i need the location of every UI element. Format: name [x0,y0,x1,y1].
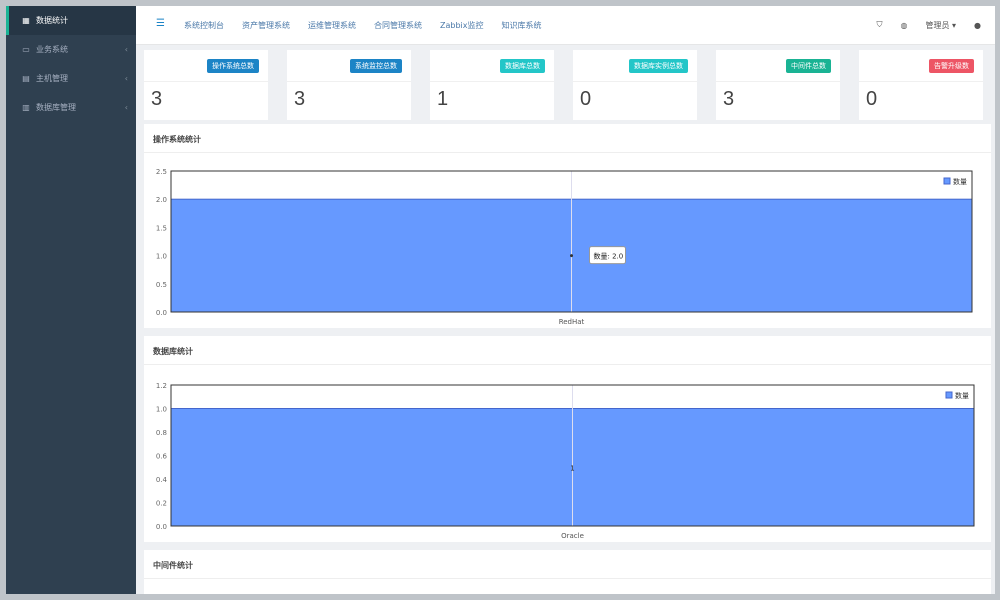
y-tick-label: 0.2 [156,500,167,508]
stat-card-os: 操作系统总数 3 [144,50,268,120]
stat-card-badge: 数据库总数 [500,59,545,73]
user-menu[interactable]: 管理员 ▾ [925,20,956,31]
x-tick-label: RedHat [559,318,585,326]
y-tick-label: 0.8 [156,429,167,437]
stat-card-middleware: 中间件总数 3 [716,50,840,120]
middleware-stats-panel: 2.5 中间件统计 [144,550,991,594]
middleware-stats-chart: 2.5 [156,593,167,594]
nav-right: ⛉ ◍ 管理员 ▾ ● [858,6,981,44]
os-stats-panel: 0.0 0.5 1.0 1.5 2.0 2.5 RedHat 数量: 2.0 数量 操作系统统计 [144,124,991,328]
nav-link-zabbix[interactable]: Zabbix监控 [440,20,484,31]
os-stats-chart: 0.0 0.5 1.0 1.5 2.0 2.5 RedHat 数量: 2.0 数量 [156,168,973,326]
y-tick-label: 2.5 [156,168,167,176]
y-tick-label: 1.5 [156,224,167,232]
shield-icon[interactable]: ⛉ [876,20,882,30]
divider [287,81,411,82]
nav-link-asset-management[interactable]: 资产管理系统 [242,20,290,31]
data-point [570,254,573,258]
y-tick-label: 0.0 [156,309,167,317]
y-tick-label: 0.4 [156,476,168,484]
y-tick-label: 1.0 [156,253,167,261]
nav-link-ops-management[interactable]: 运维管理系统 [308,20,356,31]
menu-toggle-icon[interactable]: ☰ [156,18,165,29]
monitor-icon: ▭ [22,45,30,54]
legend-label: 数量 [953,177,967,186]
stat-cards: 操作系统总数 3 系统监控总数 3 数据库总数 1 数据库实例总数 0 中间件总… [144,50,994,122]
sidebar-item-label: 数据库管理 [36,103,76,112]
stat-card-value: 3 [151,88,163,110]
divider [716,81,840,82]
stat-card-badge: 中间件总数 [786,59,831,73]
globe-icon[interactable]: ◍ [900,21,907,30]
stat-card-value: 1 [437,88,449,110]
stat-card-alert: 告警升级数 0 [859,50,983,120]
x-tick-label: Oracle [561,532,584,540]
user-icon[interactable]: ● [974,21,981,30]
nav-link-contract-management[interactable]: 合同管理系统 [374,20,422,31]
y-tick-label: 0.5 [156,281,167,289]
top-navbar: ☰ 系统控制台 资产管理系统 运维管理系统 合同管理系统 Zabbix监控 知识… [136,6,995,45]
divider [573,81,697,82]
stat-card-badge: 系统监控总数 [350,59,402,73]
app-frame: ▦ 数据统计 ▭ 业务系统 ‹ ▤ 主机管理 ‹ ▥ 数据库管理 ‹ ☰ 系统控… [6,6,995,594]
sidebar-item-label: 主机管理 [36,74,68,83]
sidebar: ▦ 数据统计 ▭ 业务系统 ‹ ▤ 主机管理 ‹ ▥ 数据库管理 ‹ [6,6,136,594]
sidebar-item-label: 业务系统 [36,45,68,54]
panel-title: 数据库统计 [153,347,193,356]
y-tick-label: 1.0 [156,406,167,414]
divider [430,81,554,82]
stat-card-value: 0 [580,88,592,110]
chevron-left-icon: ‹ [124,74,128,83]
db-stats-panel: 0.0 0.2 0.4 0.6 0.8 1.0 1.2 Oracle 1 数量 数据库统计 [144,336,991,542]
legend-swatch [943,177,951,185]
stat-card-badge: 告警升级数 [929,59,974,73]
sidebar-item-database-management[interactable]: ▥ 数据库管理 ‹ [6,93,136,122]
divider [144,81,268,82]
tooltip-text: 数量: 2.0 [594,252,624,261]
nav-links: 系统控制台 资产管理系统 运维管理系统 合同管理系统 Zabbix监控 知识库系… [184,6,560,44]
database-icon: ▥ [22,103,30,112]
sidebar-item-data-stats[interactable]: ▦ 数据统计 [6,6,136,35]
data-label: 1 [570,464,574,472]
sidebar-item-label: 数据统计 [36,16,68,25]
grid-icon: ▦ [22,16,30,25]
stat-card-monitor: 系统监控总数 3 [287,50,411,120]
stat-card-value: 3 [723,88,735,110]
chevron-left-icon: ‹ [124,45,128,54]
panel-title: 操作系统统计 [153,135,201,144]
divider [144,152,991,153]
y-tick-label: 2.0 [156,196,167,204]
stat-card-badge: 数据库实例总数 [629,59,688,73]
db-stats-chart: 0.0 0.2 0.4 0.6 0.8 1.0 1.2 Oracle 1 数量 [156,382,975,540]
stat-card-badge: 操作系统总数 [207,59,259,73]
user-name: 管理员 [925,20,950,30]
server-icon: ▤ [22,74,30,83]
divider [859,81,983,82]
stat-card-database: 数据库总数 1 [430,50,554,120]
divider [144,364,991,365]
legend-swatch [945,391,953,399]
nav-link-knowledge-base[interactable]: 知识库系统 [502,20,542,31]
stat-card-value: 0 [866,88,878,110]
y-tick-label: 0.0 [156,523,167,531]
y-tick-label: 0.6 [156,453,168,461]
divider [144,578,991,579]
y-tick-label: 2.5 [156,593,167,594]
nav-link-console[interactable]: 系统控制台 [184,20,224,31]
legend-label: 数量 [955,391,969,400]
y-tick-label: 1.2 [156,382,167,390]
panel-title: 中间件统计 [153,561,193,570]
chevron-left-icon: ‹ [124,103,128,112]
sidebar-item-host-management[interactable]: ▤ 主机管理 ‹ [6,64,136,93]
stat-card-db-instance: 数据库实例总数 0 [573,50,697,120]
sidebar-item-business-systems[interactable]: ▭ 业务系统 ‹ [6,35,136,64]
stat-card-value: 3 [294,88,306,110]
